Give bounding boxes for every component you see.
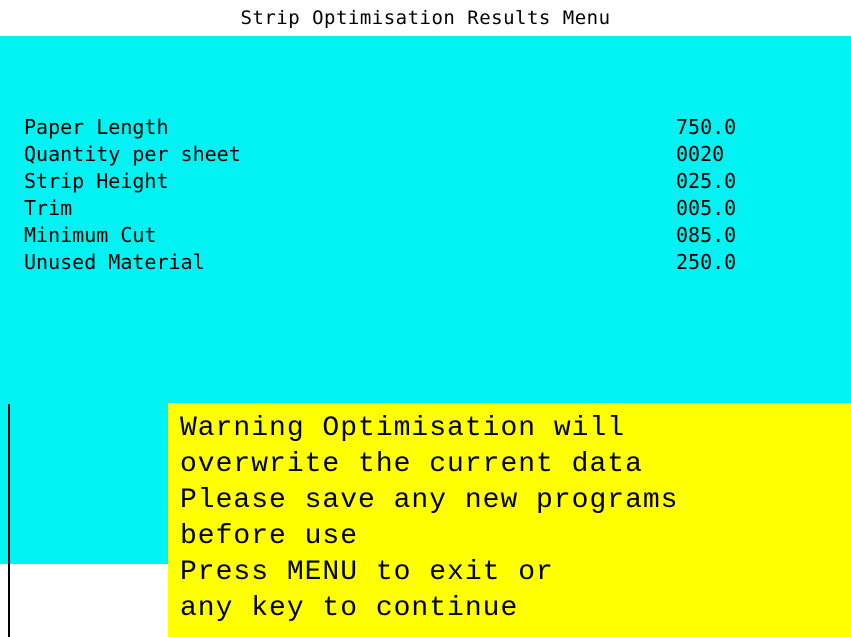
menu-title: Strip Optimisation Results Menu bbox=[0, 0, 851, 36]
warning-line: Warning Optimisation will bbox=[180, 413, 626, 444]
warning-line: before use bbox=[180, 521, 359, 552]
unused-material-label: Unused Material bbox=[24, 250, 205, 274]
minimum-cut-value: 085.0 bbox=[676, 223, 737, 247]
result-row-paper-length: Paper Length 750.0 bbox=[24, 114, 764, 141]
result-row-trim: Trim 005.0 bbox=[24, 195, 764, 222]
quantity-per-sheet-label: Quantity per sheet bbox=[24, 142, 241, 166]
result-row-unused-material: Unused Material 250.0 bbox=[24, 249, 764, 276]
trim-value: 005.0 bbox=[676, 196, 737, 220]
result-row-minimum-cut: Minimum Cut 085.0 bbox=[24, 222, 764, 249]
trim-label: Trim bbox=[24, 196, 73, 220]
paper-length-value: 750.0 bbox=[676, 115, 737, 139]
warning-dialog[interactable]: Warning Optimisation will overwrite the … bbox=[168, 403, 851, 637]
strip-optimisation-screen: Strip Optimisation Results Menu Paper Le… bbox=[0, 0, 851, 637]
screen-left-border bbox=[0, 404, 10, 637]
minimum-cut-label: Minimum Cut bbox=[24, 223, 157, 247]
strip-height-label: Strip Height bbox=[24, 169, 169, 193]
results-list: Paper Length 750.0 Quantity per sheet 00… bbox=[24, 114, 764, 276]
strip-height-value: 025.0 bbox=[676, 169, 737, 193]
quantity-per-sheet-value: 0020 bbox=[676, 142, 725, 166]
warning-line: overwrite the current data bbox=[180, 449, 643, 480]
unused-material-value: 250.0 bbox=[676, 250, 737, 274]
warning-line: Please save any new programs bbox=[180, 485, 679, 516]
result-row-quantity-per-sheet: Quantity per sheet 0020 bbox=[24, 141, 764, 168]
warning-line: any key to continue bbox=[180, 593, 519, 624]
result-row-strip-height: Strip Height 025.0 bbox=[24, 168, 764, 195]
warning-line: Press MENU to exit or bbox=[180, 557, 554, 588]
paper-length-label: Paper Length bbox=[24, 115, 169, 139]
